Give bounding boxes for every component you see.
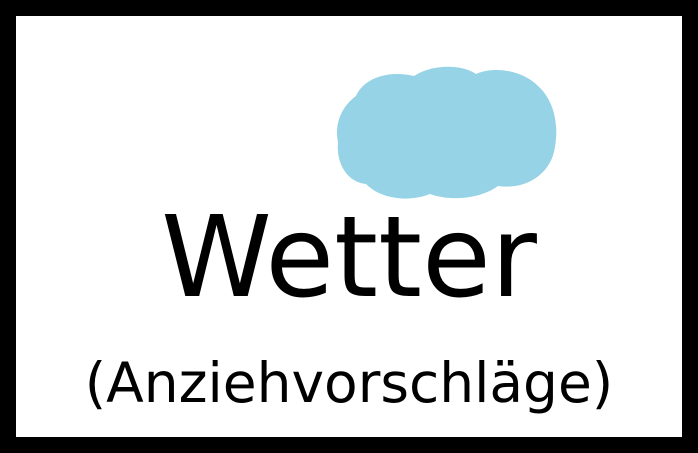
weather-tile[interactable]: Wetter (Anziehvorschläge) [0, 0, 698, 453]
tile-subtitle: (Anziehvorschläge) [84, 351, 614, 415]
tile-title: Wetter [161, 193, 537, 323]
cloud-icon [336, 66, 557, 199]
